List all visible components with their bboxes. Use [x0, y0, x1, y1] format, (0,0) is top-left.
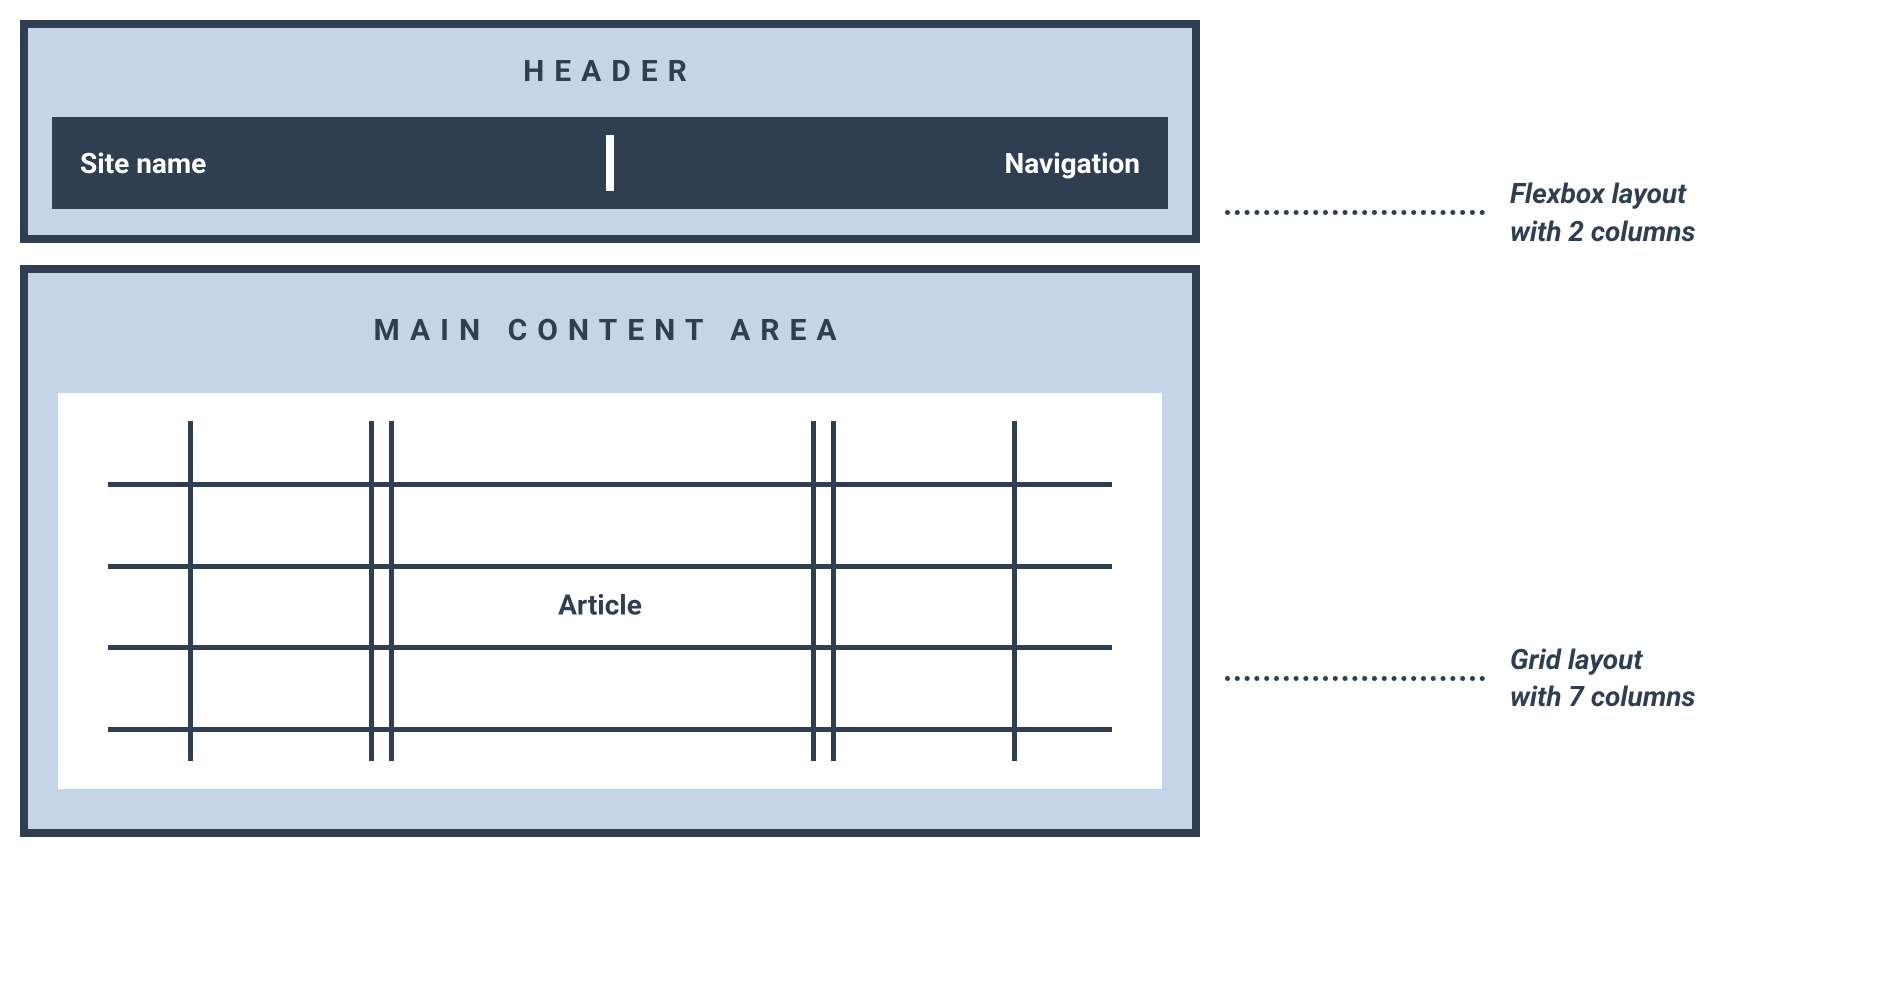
annotation-grid: Grid layout with 7 columns	[1200, 641, 1874, 717]
grid-horizontal-line	[108, 727, 1112, 732]
header-panel: HEADER Site name Navigation	[20, 20, 1200, 243]
annotation-text: Grid layout with 7 columns	[1510, 641, 1695, 717]
grid-vertical-line	[831, 421, 836, 761]
header-title: HEADER	[52, 54, 1168, 89]
navbar-divider	[606, 135, 614, 191]
navbar: Site name Navigation	[52, 117, 1168, 209]
grid-vertical-line	[811, 421, 816, 761]
grid-horizontal-line	[108, 482, 1112, 487]
grid-horizontal-line	[108, 645, 1112, 650]
dotted-leader	[1225, 676, 1485, 681]
navigation-label: Navigation	[1005, 147, 1141, 180]
annotation-flexbox: Flexbox layout with 2 columns	[1200, 175, 1874, 251]
grid-vertical-line	[188, 421, 193, 761]
annotation-text: Flexbox layout with 2 columns	[1510, 175, 1695, 251]
site-name-label: Site name	[80, 147, 206, 180]
grid-vertical-line	[1012, 421, 1017, 761]
grid-layout-area: Article	[58, 393, 1162, 789]
main-content-panel: MAIN CONTENT AREA Article	[20, 265, 1200, 837]
grid-lines: Article	[108, 421, 1112, 761]
grid-vertical-line	[369, 421, 374, 761]
dotted-leader	[1225, 210, 1485, 215]
grid-horizontal-line	[108, 564, 1112, 569]
grid-vertical-line	[389, 421, 394, 761]
main-content-title: MAIN CONTENT AREA	[58, 313, 1162, 348]
article-label: Article	[540, 584, 660, 625]
